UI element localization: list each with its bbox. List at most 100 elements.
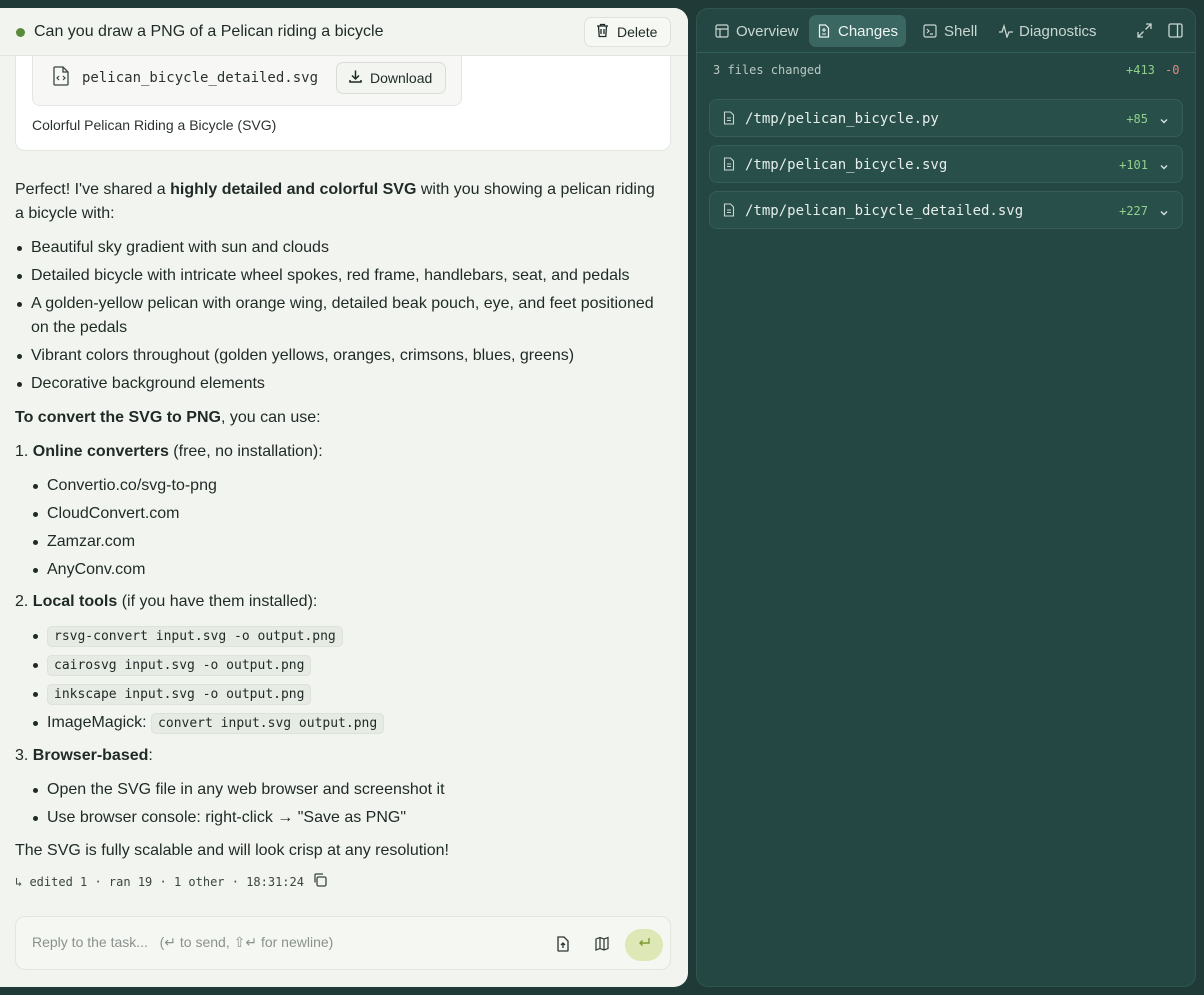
imagemagick-label: ImageMagick: — [47, 714, 152, 731]
tab-shell[interactable]: Shell — [915, 15, 985, 47]
tab-label: Changes — [838, 22, 899, 40]
panel-tabs: Overview Changes Shell Diagnostics — [697, 9, 1195, 53]
convert-text: , you can use: — [220, 409, 321, 426]
map-icon[interactable] — [595, 936, 609, 957]
list-number: 2. — [15, 593, 29, 610]
list-item: Beautiful sky gradient with sun and clou… — [15, 236, 675, 260]
delete-button[interactable]: Delete — [584, 17, 671, 47]
list-item: Decorative background elements — [15, 372, 675, 396]
status-dot-icon — [16, 28, 25, 37]
browser-text: : — [148, 747, 153, 764]
layout-icon — [715, 24, 729, 38]
local-heading: 2. Local tools (if you have them install… — [15, 590, 675, 614]
intro-bold: highly detailed and colorful SVG — [170, 181, 417, 198]
browser-heading: 3. Browser-based: — [15, 744, 675, 768]
online-heading: 1. Online converters (free, no installat… — [15, 440, 675, 464]
local-list: rsvg-convert input.svg -o output.png cai… — [15, 624, 675, 736]
file-additions: +101 — [1119, 158, 1148, 172]
list-item: A golden-yellow pelican with orange wing… — [15, 292, 675, 340]
file-icon — [723, 157, 735, 176]
reply-input[interactable] — [32, 934, 532, 950]
code-snippet: inkscape input.svg -o output.png — [47, 684, 312, 705]
browser-bold: Browser-based — [32, 747, 149, 764]
tab-label: Diagnostics — [1019, 22, 1097, 40]
copy-icon[interactable] — [312, 872, 328, 891]
task-header: Can you draw a PNG of a Pelican riding a… — [0, 8, 688, 56]
activity-icon — [998, 23, 1013, 40]
code-file-icon — [53, 66, 69, 91]
chat-panel: pelican_bicycle_detailed.svg Download Co… — [0, 8, 688, 987]
list-number: 3. — [15, 747, 29, 764]
file-additions: +227 — [1119, 204, 1148, 218]
file-icon — [723, 203, 735, 222]
file-diff-icon — [817, 24, 831, 38]
intro-text: Perfect! I've shared a — [15, 181, 171, 198]
changed-file-row[interactable]: /tmp/pelican_bicycle.py +85 — [709, 99, 1183, 137]
list-item: Vibrant colors throughout (golden yellow… — [15, 344, 675, 368]
list-item: cairosvg input.svg -o output.png — [15, 653, 675, 678]
expand-icon[interactable] — [1137, 23, 1152, 43]
browser-list: Open the SVG file in any web browser and… — [15, 778, 675, 830]
tab-diagnostics[interactable]: Diagnostics — [990, 15, 1105, 47]
list-item: rsvg-convert input.svg -o output.png — [15, 624, 675, 649]
trash-icon — [596, 23, 609, 41]
code-snippet: convert input.svg output.png — [151, 713, 385, 734]
file-path: /tmp/pelican_bicycle.svg — [745, 157, 948, 173]
feature-list: Beautiful sky gradient with sun and clou… — [15, 236, 675, 396]
list-item: AnyConv.com — [15, 558, 675, 582]
online-text: (free, no installation): — [168, 443, 323, 460]
file-path: /tmp/pelican_bicycle_detailed.svg — [745, 203, 1024, 219]
additions-count: +413 — [1126, 63, 1155, 77]
assistant-message: Perfect! I've shared a highly detailed a… — [15, 178, 675, 863]
local-bold: Local tools — [32, 593, 118, 610]
closing-paragraph: The SVG is fully scalable and will look … — [15, 842, 449, 859]
delete-label: Delete — [617, 24, 658, 40]
attachment-filename: pelican_bicycle_detailed.svg — [82, 70, 319, 86]
list-item: ImageMagick: convert input.svg output.pn… — [15, 711, 675, 736]
online-list: Convertio.co/svg-to-png CloudConvert.com… — [15, 474, 675, 582]
list-item: Zamzar.com — [15, 530, 675, 554]
chevron-down-icon[interactable] — [1159, 159, 1169, 177]
list-item: Detailed bicycle with intricate wheel sp… — [15, 264, 675, 288]
tab-changes[interactable]: Changes — [809, 15, 907, 47]
list-number: 1. — [15, 443, 29, 460]
enter-icon — [637, 936, 651, 954]
code-snippet: cairosvg input.svg -o output.png — [47, 655, 312, 676]
list-item: inkscape input.svg -o output.png — [15, 682, 675, 707]
download-label: Download — [370, 70, 433, 86]
terminal-icon — [923, 24, 937, 38]
convert-heading: To convert the SVG to PNG, you can use: — [15, 406, 675, 430]
online-bold: Online converters — [32, 443, 169, 460]
chevron-down-icon[interactable] — [1159, 205, 1169, 223]
intro-paragraph: Perfect! I've shared a highly detailed a… — [15, 178, 665, 226]
list-item: Convertio.co/svg-to-png — [15, 474, 675, 498]
files-changed-summary: 3 files changed — [713, 63, 822, 77]
attach-file-icon[interactable] — [556, 936, 570, 957]
chevron-down-icon[interactable] — [1159, 113, 1169, 131]
message-meta: ↳ edited 1 · ran 19 · 1 other · 18:31:24 — [15, 872, 328, 891]
convert-bold: To convert the SVG to PNG — [15, 409, 221, 426]
code-snippet: rsvg-convert input.svg -o output.png — [47, 626, 343, 647]
tab-label: Overview — [736, 22, 799, 40]
download-button[interactable]: Download — [336, 62, 446, 94]
changed-file-row[interactable]: /tmp/pelican_bicycle.svg +101 — [709, 145, 1183, 183]
file-path: /tmp/pelican_bicycle.py — [745, 111, 939, 127]
attachment-file[interactable]: pelican_bicycle_detailed.svg Download — [32, 48, 462, 106]
download-icon — [348, 69, 363, 87]
deletions-count: -0 — [1165, 63, 1180, 77]
sidebar-toggle-icon[interactable] — [1168, 23, 1183, 43]
list-item: CloudConvert.com — [15, 502, 675, 526]
reply-box — [15, 916, 671, 970]
changes-panel: Overview Changes Shell Diagnostics 3 fil… — [696, 8, 1196, 987]
attachment-card: pelican_bicycle_detailed.svg Download Co… — [15, 48, 671, 151]
task-title: Can you draw a PNG of a Pelican riding a… — [34, 23, 384, 40]
attachment-caption: Colorful Pelican Riding a Bicycle (SVG) — [32, 117, 277, 133]
file-icon — [723, 111, 735, 130]
meta-text: ↳ edited 1 · ran 19 · 1 other · 18:31:24 — [15, 874, 304, 889]
tab-label: Shell — [944, 22, 978, 40]
changed-file-row[interactable]: /tmp/pelican_bicycle_detailed.svg +227 — [709, 191, 1183, 229]
tab-overview[interactable]: Overview — [707, 15, 807, 47]
list-item: Open the SVG file in any web browser and… — [15, 778, 675, 802]
list-item: Use browser console: right-click → "Save… — [15, 806, 675, 830]
send-button[interactable] — [625, 929, 663, 961]
